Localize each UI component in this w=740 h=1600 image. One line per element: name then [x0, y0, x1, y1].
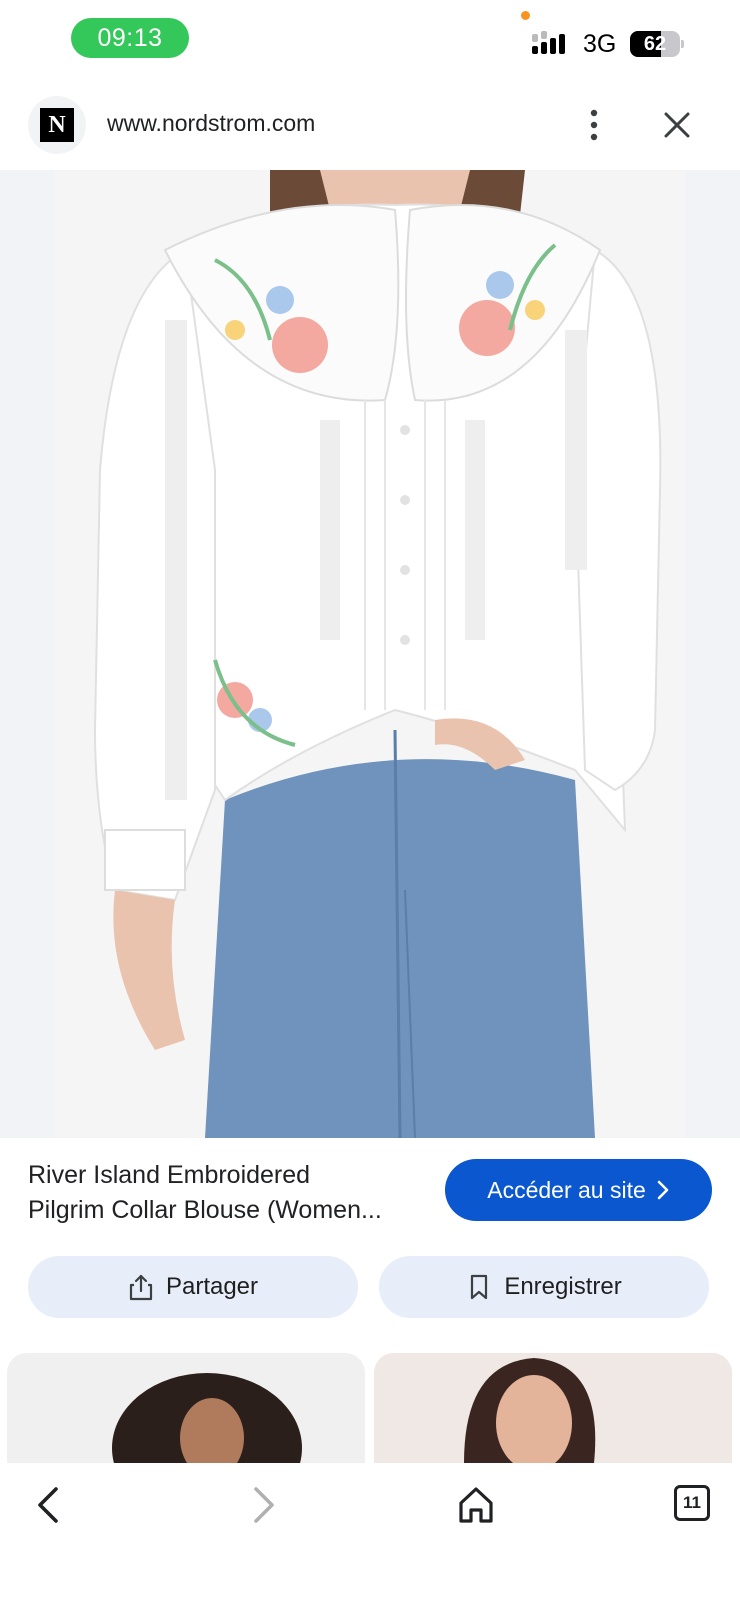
- network-type: 3G: [583, 30, 617, 58]
- share-icon: [129, 1274, 153, 1301]
- signal-strength-icon: [532, 31, 565, 54]
- site-favicon: N: [28, 96, 86, 154]
- blouse-photo-illustration: [55, 170, 685, 1138]
- forward-arrow-icon[interactable]: [244, 1483, 280, 1527]
- url-text[interactable]: www.nordstrom.com: [107, 110, 315, 137]
- tabs-count-button[interactable]: 11: [674, 1485, 710, 1521]
- related-photo-1: [7, 1353, 365, 1463]
- status-time: 09:13: [71, 18, 189, 58]
- more-options-icon[interactable]: [580, 106, 608, 144]
- related-image-tile[interactable]: [7, 1353, 365, 1463]
- related-image-tile[interactable]: [374, 1353, 732, 1463]
- image-viewer[interactable]: [0, 170, 740, 1138]
- site-initial: N: [40, 108, 74, 142]
- share-label: Partager: [165, 1273, 259, 1300]
- bottom-navigation-bar: 11: [0, 1463, 740, 1600]
- battery-level: 62: [643, 32, 667, 55]
- chevron-right-icon: [657, 1180, 669, 1200]
- share-button[interactable]: Partager: [28, 1256, 358, 1318]
- visit-site-label: Accéder au site: [487, 1176, 646, 1203]
- save-label: Enregistrer: [504, 1273, 622, 1300]
- battery-icon: 62: [630, 31, 684, 57]
- status-bar: 09:13 3G 62: [0, 0, 740, 88]
- privacy-indicator-dot: [521, 11, 530, 20]
- product-image[interactable]: [55, 170, 685, 1138]
- save-button[interactable]: Enregistrer: [379, 1256, 709, 1318]
- home-icon[interactable]: [456, 1483, 496, 1527]
- product-title: River Island Embroidered Pilgrim Collar …: [28, 1158, 428, 1228]
- browser-url-bar: N www.nordstrom.com: [0, 88, 740, 170]
- product-title-line1: River Island Embroidered: [28, 1161, 311, 1189]
- bookmark-icon: [471, 1274, 488, 1300]
- related-photo-2: [374, 1353, 732, 1463]
- close-icon[interactable]: [662, 110, 692, 140]
- back-arrow-icon[interactable]: [32, 1483, 68, 1527]
- product-title-line2: Pilgrim Collar Blouse (Women...: [28, 1196, 382, 1224]
- visit-site-button[interactable]: Accéder au site: [445, 1159, 712, 1221]
- tabs-count: 11: [683, 1493, 701, 1512]
